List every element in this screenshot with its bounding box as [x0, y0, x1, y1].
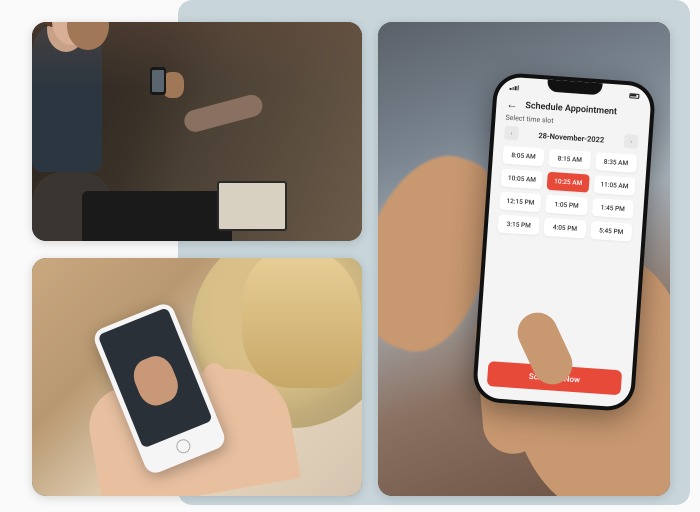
time-slot[interactable]: 1:45 PM [592, 198, 634, 219]
pos-terminal [82, 191, 232, 241]
phone-icon [150, 67, 166, 95]
selected-date: 28-November-2022 [538, 130, 604, 144]
remote-face [128, 351, 183, 410]
back-arrow-icon[interactable]: ← [506, 99, 518, 111]
image-collage: 9:41 AM ← Schedule Appointment Select ti… [0, 0, 700, 512]
photo-office-checkin [32, 22, 362, 241]
time-slot[interactable]: 8:35 AM [595, 152, 637, 173]
office-scene [32, 22, 362, 241]
home-button-icon [174, 437, 192, 455]
time-slot[interactable]: 8:05 AM [502, 146, 544, 167]
photo-video-call [32, 258, 362, 496]
arm [182, 92, 265, 134]
time-slot-grid: 8:05 AM 8:15 AM 8:35 AM 10:05 AM 10:25 A… [488, 145, 648, 243]
time-slot[interactable]: 10:05 AM [501, 168, 543, 189]
time-slot[interactable]: 8:15 AM [549, 149, 591, 170]
date-next-button[interactable]: › [624, 134, 639, 149]
date-prev-button[interactable]: ‹ [504, 126, 519, 141]
videocall-scene [32, 258, 362, 496]
battery-icon [629, 93, 639, 99]
photo-appointment-app: 9:41 AM ← Schedule Appointment Select ti… [378, 22, 670, 496]
time-slot[interactable]: 1:05 PM [545, 195, 587, 216]
appointment-scene: 9:41 AM ← Schedule Appointment Select ti… [378, 22, 670, 496]
signal-icon [510, 84, 519, 90]
monitor [217, 181, 287, 231]
time-slot-selected[interactable]: 10:25 AM [547, 172, 589, 193]
time-slot[interactable]: 11:05 AM [593, 175, 635, 196]
page-title: Schedule Appointment [525, 100, 617, 116]
time-slot[interactable]: 12:15 PM [499, 191, 541, 212]
